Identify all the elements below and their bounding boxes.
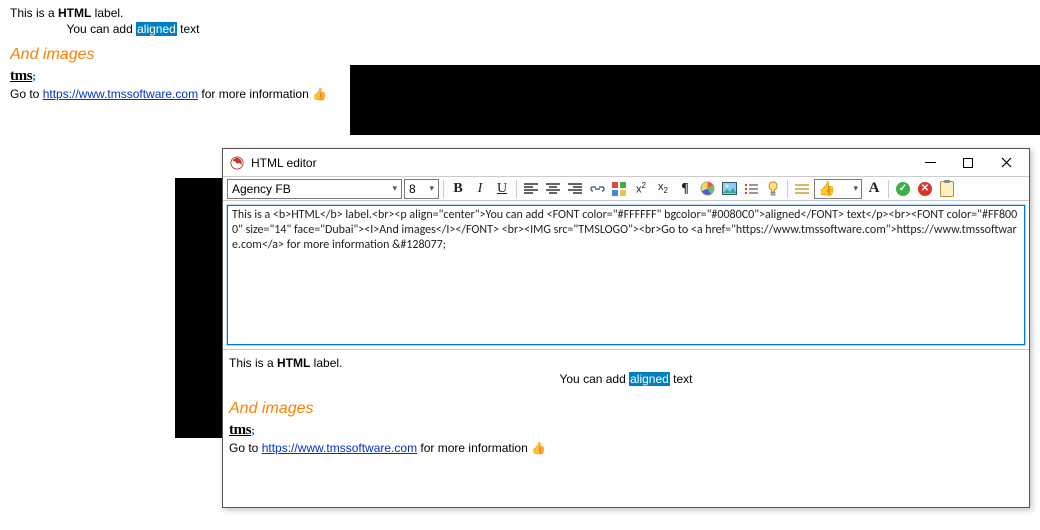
highlighted-text: aligned [136,22,177,36]
preview-line-1: This is a HTML label. [229,356,1023,370]
window-buttons [911,150,1025,176]
align-center-button[interactable] [543,179,563,199]
sample-line-2: You can add aligned text [10,22,256,36]
background-block [175,178,223,438]
chevron-down-icon: ▾ [853,183,858,194]
logo-semicolon: ; [251,423,255,437]
text: You can add [66,22,136,36]
text: label. [310,356,342,370]
logo-text: tms [229,422,251,438]
close-button[interactable] [987,150,1025,176]
tms-link[interactable]: https://www.tmssoftware.com [262,441,417,455]
bold-text: HTML [58,6,91,20]
thumbs-up-icon: 👍 [531,441,546,455]
list-button[interactable] [741,179,761,199]
sample-line-1: This is a HTML label. [10,6,510,20]
text: for more information [417,441,531,455]
clipboard-button[interactable] [937,179,957,199]
menu-lines-button[interactable] [792,179,812,199]
hint-button[interactable] [763,179,783,199]
text: for more information [198,87,312,101]
color-picker-button[interactable] [697,179,717,199]
font-family-value: Agency FB [232,182,291,196]
preview-line-2: You can add aligned text [229,372,1023,386]
logo-semicolon: ; [32,69,36,83]
logo-text: tms [10,68,32,84]
text: You can add [559,372,629,386]
titlebar[interactable]: HTML editor [223,149,1029,177]
preview-pane: This is a HTML label. You can add aligne… [223,349,1029,507]
text: label. [91,6,123,20]
bold-text: HTML [277,356,310,370]
subscript-button[interactable]: x2 [653,179,673,199]
separator [443,180,444,198]
align-right-button[interactable] [565,179,585,199]
tms-link[interactable]: https://www.tmssoftware.com [43,87,198,101]
thumbs-up-icon: 👍 [312,87,327,101]
font-size-combo[interactable]: 8 ▾ [404,179,439,199]
superscript-button[interactable]: x2 [631,179,651,199]
font-family-combo[interactable]: Agency FB ▾ [227,179,402,199]
text: text [670,372,693,386]
paragraph-button[interactable]: ¶ [675,179,695,199]
text: text [177,22,200,36]
thumbs-up-icon: 👍 [818,180,835,197]
minimize-button[interactable] [911,150,949,176]
bold-button[interactable]: B [448,179,468,199]
chevron-down-icon: ▾ [429,183,434,194]
font-button[interactable]: A [864,179,884,199]
clipboard-icon [940,181,954,197]
separator [787,180,788,198]
separator [888,180,889,198]
html-source-textarea[interactable]: This is a <b>HTML</b> label.<br><p align… [227,205,1025,345]
hint-picture-combo[interactable]: 👍 ▾ [814,179,862,199]
tms-logo: tms; [229,422,255,439]
preview-heading: And images [229,400,1023,418]
sample-heading: And images [10,46,510,64]
cancel-button[interactable]: ✕ [915,179,935,199]
italic-button[interactable]: I [470,179,490,199]
tms-logo: tms; [10,68,36,85]
color-grid-button[interactable] [609,179,629,199]
toolbar: Agency FB ▾ 8 ▾ B I U x2 x2 ¶ [223,177,1029,201]
app-icon [229,155,245,171]
font-size-value: 8 [409,182,416,196]
image-button[interactable] [719,179,739,199]
text: Go to [229,441,262,455]
underline-button[interactable]: U [492,179,512,199]
link-button[interactable] [587,179,607,199]
chevron-down-icon: ▾ [392,183,397,194]
align-left-button[interactable] [521,179,541,199]
ok-button[interactable]: ✓ [893,179,913,199]
html-editor-window: HTML editor Agency FB ▾ 8 ▾ B I U [222,148,1030,508]
text: This is a [229,356,277,370]
text: Go to [10,87,43,101]
text: This is a [10,6,58,20]
highlighted-text: aligned [629,372,670,386]
separator [516,180,517,198]
background-block [350,65,1040,135]
window-title: HTML editor [251,156,911,170]
maximize-button[interactable] [949,150,987,176]
preview-link-line: Go to https://www.tmssoftware.com for mo… [229,441,1023,455]
